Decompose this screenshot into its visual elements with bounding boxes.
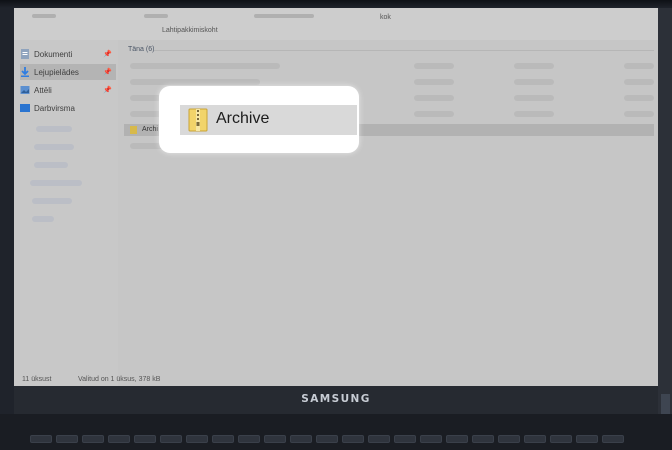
pictures-icon [20, 85, 30, 95]
blurred-item [30, 180, 82, 186]
sidebar-item-label: Attēli [34, 85, 52, 95]
pin-icon[interactable]: 📌 [103, 68, 112, 76]
bottom-bezel: SAMSUNG [14, 386, 658, 414]
brand-logo: SAMSUNG [301, 393, 371, 405]
right-edge [658, 8, 672, 414]
pin-icon[interactable]: 📌 [103, 50, 112, 58]
sidebar-item-label: Darbvirsma [34, 103, 75, 113]
group-divider [154, 50, 654, 51]
file-row[interactable] [124, 60, 654, 72]
blurred-item [36, 126, 72, 132]
zip-folder-icon [188, 108, 208, 132]
navigation-pane: Dokumenti 📌 Lejupielādes 📌 Attēli 📌 Darb… [14, 40, 119, 386]
desktop-icon [20, 103, 30, 113]
download-icon [20, 67, 30, 77]
status-bar: 11 üksust Valitud on 1 üksus, 378 kB [14, 374, 658, 386]
zip-folder-icon [130, 126, 137, 134]
item-count: 11 üksust [22, 376, 52, 383]
keyboard [0, 414, 672, 450]
sidebar-item-downloads[interactable]: Lejupielādes 📌 [20, 64, 116, 80]
sidebar-item-documents[interactable]: Dokumenti 📌 [20, 46, 116, 62]
laptop-frame: Lahtipakkimiskoht kok Dokumenti 📌 Lejupi… [0, 0, 672, 450]
blurred-item [32, 198, 72, 204]
blurred-item [34, 162, 68, 168]
sidebar-item-label: Dokumenti [34, 49, 73, 59]
group-header[interactable]: Täna (6) [128, 46, 154, 53]
selection-info: Valitud on 1 üksus, 378 kB [78, 376, 161, 383]
breadcrumb[interactable]: Lahtipakkimiskoht [162, 27, 218, 34]
sidebar-item-label: Lejupielādes [34, 67, 79, 77]
archive-label: Archive [216, 110, 270, 127]
blurred-item [34, 144, 74, 150]
address-bar: Lahtipakkimiskoht kok [14, 8, 658, 41]
file-name: Archi [142, 126, 158, 133]
screen: Lahtipakkimiskoht kok Dokumenti 📌 Lejupi… [14, 8, 658, 386]
laptop-top-edge [0, 0, 672, 8]
archive-file-item[interactable]: Archive [180, 105, 357, 135]
blurred-item [32, 216, 54, 222]
pin-icon[interactable]: 📌 [103, 86, 112, 94]
sidebar-item-pictures[interactable]: Attēli 📌 [20, 82, 116, 98]
highlight-callout: Archive [159, 86, 359, 153]
address-right-label: kok [380, 14, 391, 21]
documents-icon [20, 49, 30, 59]
sidebar-item-desktop[interactable]: Darbvirsma [20, 100, 116, 116]
